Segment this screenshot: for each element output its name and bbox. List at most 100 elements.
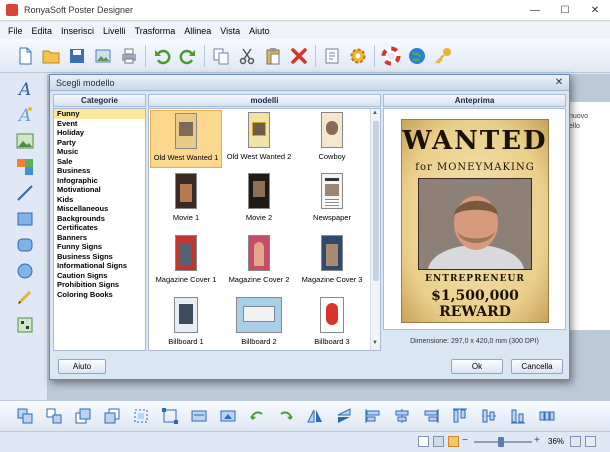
align-right-icon[interactable] xyxy=(420,405,442,427)
maximize-button[interactable]: ☐ xyxy=(550,0,580,21)
template-grid-scrollbar[interactable]: ▲ ▼ xyxy=(370,109,380,350)
category-item[interactable]: Infographic xyxy=(54,176,145,186)
send-backward-icon[interactable] xyxy=(101,405,123,427)
category-item[interactable]: Funny Signs xyxy=(54,242,145,252)
properties-icon[interactable] xyxy=(319,43,345,69)
category-item[interactable]: Holiday xyxy=(54,128,145,138)
view-fit-icon[interactable] xyxy=(433,436,444,447)
zoom-slider-handle[interactable] xyxy=(498,437,504,447)
print-icon[interactable] xyxy=(116,43,142,69)
menu-view[interactable]: Vista xyxy=(220,26,240,36)
category-item[interactable]: Backgrounds xyxy=(54,214,145,224)
align-center-icon[interactable] xyxy=(391,405,413,427)
qr-tool-icon[interactable] xyxy=(14,314,36,336)
category-item[interactable]: Business xyxy=(54,166,145,176)
paste-icon[interactable] xyxy=(260,43,286,69)
template-magazine-cover-3[interactable]: Magazine Cover 3 xyxy=(296,233,368,291)
fit-image-icon[interactable] xyxy=(217,405,239,427)
scrollbar-thumb[interactable] xyxy=(373,121,379,281)
ungroup-icon[interactable] xyxy=(43,405,65,427)
category-item[interactable]: Party xyxy=(54,138,145,148)
category-item[interactable]: Certificates xyxy=(54,223,145,233)
bring-forward-icon[interactable] xyxy=(72,405,94,427)
category-item[interactable]: Coloring Books xyxy=(54,290,145,300)
category-item[interactable]: Informational Signs xyxy=(54,261,145,271)
cut-icon[interactable] xyxy=(234,43,260,69)
settings-gear-icon[interactable] xyxy=(345,43,371,69)
clipart-tool-icon[interactable] xyxy=(14,156,36,178)
align-bottom-icon[interactable] xyxy=(507,405,529,427)
template-magazine-cover-1[interactable]: Magazine Cover 1 xyxy=(150,233,222,291)
delete-icon[interactable] xyxy=(286,43,312,69)
select-frame-icon[interactable] xyxy=(130,405,152,427)
globe-icon[interactable] xyxy=(404,43,430,69)
rotate-left-icon[interactable] xyxy=(246,405,268,427)
open-folder-icon[interactable] xyxy=(38,43,64,69)
align-top-icon[interactable] xyxy=(449,405,471,427)
zoom-in-icon[interactable]: + xyxy=(534,435,540,446)
menu-insert[interactable]: Inserisci xyxy=(61,26,94,36)
save-icon[interactable] xyxy=(64,43,90,69)
fit-page-icon[interactable] xyxy=(570,436,581,447)
image-export-icon[interactable] xyxy=(90,43,116,69)
undo-icon[interactable] xyxy=(149,43,175,69)
group-icon[interactable] xyxy=(14,405,36,427)
category-item[interactable]: Business Signs xyxy=(54,252,145,262)
rectangle-tool-icon[interactable] xyxy=(14,208,36,230)
template-old-west-wanted-1[interactable]: Old West Wanted 1 xyxy=(150,110,222,168)
category-item[interactable]: Caution Signs xyxy=(54,271,145,281)
text-tool-icon[interactable]: A xyxy=(14,78,36,100)
template-old-west-wanted-2[interactable]: Old West Wanted 2 xyxy=(223,110,295,168)
category-item[interactable]: Kids xyxy=(54,195,145,205)
menu-edit[interactable]: Edita xyxy=(32,26,53,36)
category-item[interactable]: Miscellaneous xyxy=(54,204,145,214)
template-movie-1[interactable]: Movie 1 xyxy=(150,171,222,229)
menu-help[interactable]: Aiuto xyxy=(249,26,270,36)
dialog-close-button[interactable]: ✕ xyxy=(552,77,566,89)
category-item[interactable]: Music xyxy=(54,147,145,157)
minimize-button[interactable]: — xyxy=(520,0,550,21)
template-movie-2[interactable]: Movie 2 xyxy=(223,171,295,229)
category-item[interactable]: Banners xyxy=(54,233,145,243)
zoom-out-icon[interactable]: − xyxy=(462,435,468,446)
menu-layers[interactable]: Livelli xyxy=(103,26,126,36)
help-button[interactable]: Aiuto xyxy=(58,359,106,374)
template-billboard-1[interactable]: Billboard 1 xyxy=(150,295,222,350)
view-actual-size-icon[interactable] xyxy=(448,436,459,447)
category-item[interactable]: Motivational xyxy=(54,185,145,195)
redo-icon[interactable] xyxy=(175,43,201,69)
fullscreen-icon[interactable] xyxy=(585,436,596,447)
scroll-down-icon[interactable]: ▼ xyxy=(372,340,378,346)
cancel-button[interactable]: Cancella xyxy=(511,359,563,374)
rounded-rect-tool-icon[interactable] xyxy=(14,234,36,256)
distribute-icon[interactable] xyxy=(536,405,558,427)
menu-align[interactable]: Allinea xyxy=(184,26,211,36)
category-item[interactable]: Sale xyxy=(54,157,145,167)
image-tool-icon[interactable] xyxy=(14,130,36,152)
template-billboard-2[interactable]: Billboard 2 xyxy=(223,295,295,350)
category-item[interactable]: Prohibition Signs xyxy=(54,280,145,290)
ok-button[interactable]: Ok xyxy=(451,359,503,374)
close-window-button[interactable]: ✕ xyxy=(580,0,610,21)
template-magazine-cover-2[interactable]: Magazine Cover 2 xyxy=(223,233,295,291)
align-left-icon[interactable] xyxy=(362,405,384,427)
help-lifebuoy-icon[interactable] xyxy=(378,43,404,69)
rotate-right-icon[interactable] xyxy=(275,405,297,427)
template-newspaper[interactable]: Newspaper xyxy=(296,171,368,229)
resize-frame-icon[interactable] xyxy=(159,405,181,427)
pencil-tool-icon[interactable] xyxy=(14,286,36,308)
view-single-page-icon[interactable] xyxy=(418,436,429,447)
flip-vertical-icon[interactable] xyxy=(333,405,355,427)
scroll-up-icon[interactable]: ▲ xyxy=(372,110,378,116)
template-billboard-3[interactable]: Billboard 3 xyxy=(296,295,368,350)
copy-icon[interactable] xyxy=(208,43,234,69)
ellipse-tool-icon[interactable] xyxy=(14,260,36,282)
align-middle-icon[interactable] xyxy=(478,405,500,427)
category-item[interactable]: Event xyxy=(54,119,145,129)
category-item-selected[interactable]: Funny xyxy=(54,109,145,119)
flip-horizontal-icon[interactable] xyxy=(304,405,326,427)
template-cowboy[interactable]: Cowboy xyxy=(296,110,368,168)
align-image-icon[interactable] xyxy=(188,405,210,427)
menu-transform[interactable]: Trasforma xyxy=(135,26,176,36)
art-text-tool-icon[interactable]: A xyxy=(14,104,36,126)
